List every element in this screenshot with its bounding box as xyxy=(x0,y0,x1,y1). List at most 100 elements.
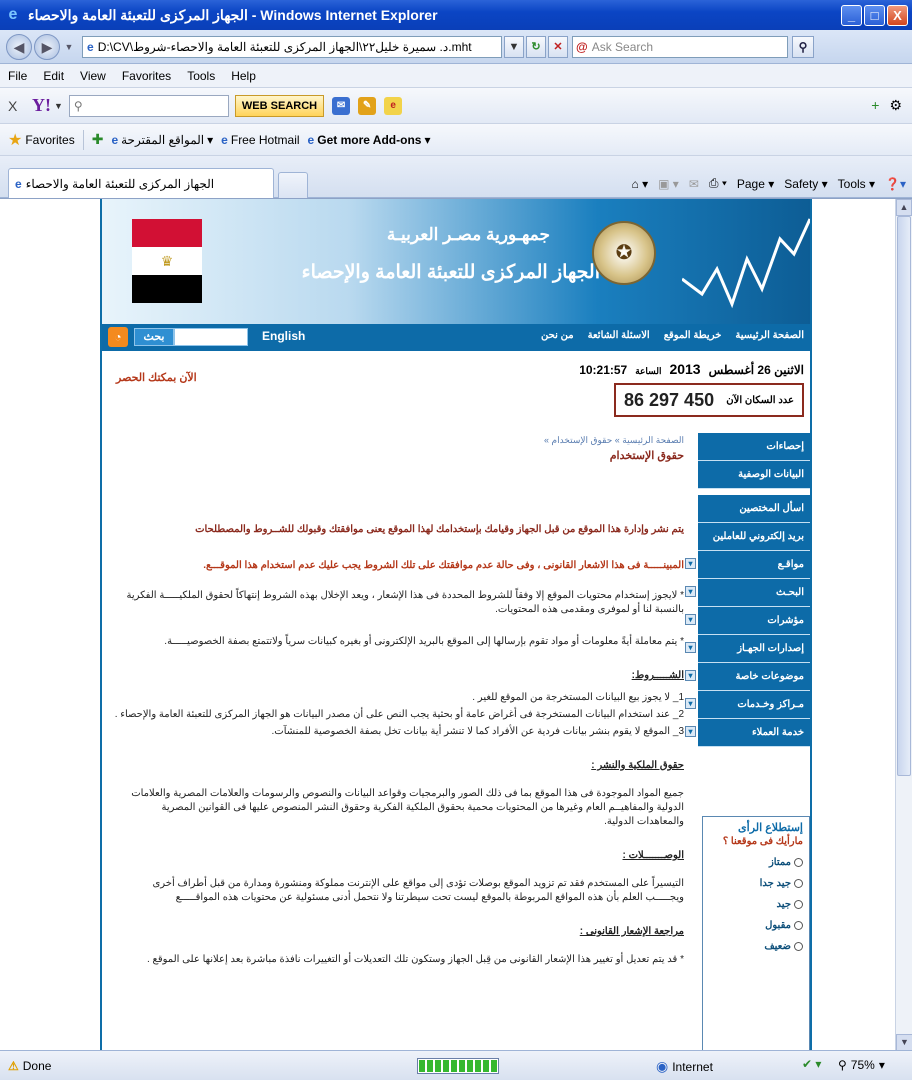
tab-active[interactable]: e الجهاز المركزى للتعبئة العامة والاحصاء xyxy=(8,168,274,198)
sidebar-item-research[interactable]: ▾ البحـث xyxy=(685,579,810,607)
menu-file[interactable]: File xyxy=(0,69,35,83)
sidebar-item-centers-services[interactable]: ▾ مـراكز وخـدمات xyxy=(685,691,810,719)
site-search-input[interactable] xyxy=(174,328,248,346)
expand-icon[interactable]: ▾ xyxy=(685,726,696,737)
sidebar-item-ask-experts[interactable]: اسأل المختصين xyxy=(698,495,810,523)
nav-home-link[interactable]: الصفحة الرئيسية xyxy=(735,330,804,341)
agency-emblem-icon: ✪ xyxy=(592,221,656,285)
security-zone[interactable]: ◉ Internet xyxy=(656,1058,713,1075)
radio-icon[interactable] xyxy=(794,921,803,930)
close-button[interactable]: X xyxy=(887,4,908,26)
feeds-icon[interactable]: ▣ ▾ xyxy=(658,177,679,191)
radio-icon[interactable] xyxy=(794,879,803,888)
refresh-button[interactable]: ↻ xyxy=(526,35,546,58)
sidebar-item-label: مؤشرات xyxy=(767,615,804,626)
terms-item: 3_ الموقع لا يقوم بنشر بيانات فردية عن ا… xyxy=(271,726,685,737)
free-hotmail-link[interactable]: e Free Hotmail xyxy=(221,133,299,147)
web-search-button[interactable]: WEB SEARCH xyxy=(234,94,325,117)
page-menu[interactable]: Page ▾ xyxy=(737,177,774,191)
favorites-star-icon[interactable]: ★ xyxy=(8,130,22,150)
poll-option[interactable]: ضعيف xyxy=(709,941,803,952)
poll-option[interactable]: جيد جدا xyxy=(709,878,803,889)
zoom-level[interactable]: ⚲ 75% ▾ xyxy=(838,1058,885,1072)
nav-faq-link[interactable]: الاسئلة الشائعة xyxy=(588,330,650,341)
search-go-button[interactable]: ⚲ xyxy=(792,35,814,58)
nav-sitemap-link[interactable]: خريطة الموقع xyxy=(664,330,722,341)
ask-search-input[interactable]: @ Ask Search xyxy=(572,35,788,58)
expand-icon[interactable]: ▾ xyxy=(685,642,696,653)
expand-icon[interactable]: ▾ xyxy=(685,614,696,625)
get-addons-link[interactable]: e Get more Add-ons ▾ xyxy=(308,133,431,147)
poll-option-label: جيد xyxy=(776,899,791,910)
ebay-icon[interactable]: e xyxy=(384,96,403,115)
english-link[interactable]: English xyxy=(262,329,305,343)
menu-edit[interactable]: Edit xyxy=(35,69,72,83)
radio-icon[interactable] xyxy=(794,942,803,951)
expand-icon[interactable]: ▾ xyxy=(685,586,696,597)
help-icon[interactable]: ❓▾ xyxy=(885,177,906,191)
safety-menu[interactable]: Safety ▾ xyxy=(784,177,827,191)
add-button-icon[interactable]: + xyxy=(871,97,879,114)
site-banner: ♛ جمهـورية مصـر العربيـة الجهاز المركزى … xyxy=(102,199,810,324)
close-toolbar-icon[interactable]: X xyxy=(8,98,26,114)
links-heading: الوصـــــــلات : xyxy=(622,850,684,861)
sidebar-item-sites[interactable]: ▾ مواقـع xyxy=(685,551,810,579)
yahoo-logo-icon[interactable]: Y! xyxy=(32,95,51,116)
settings-gear-icon[interactable]: ⚙ xyxy=(889,97,902,114)
yahoo-dropdown-icon[interactable]: ▼ xyxy=(54,101,63,111)
new-tab-button[interactable] xyxy=(278,172,308,198)
tools-menu[interactable]: Tools ▾ xyxy=(838,177,875,191)
sidebar-item-publications[interactable]: ▾ إصدارات الجهـاز xyxy=(685,635,810,663)
menu-favorites[interactable]: Favorites xyxy=(114,69,179,83)
vertical-scrollbar[interactable]: ▲ ▼ xyxy=(895,199,912,1050)
minimize-button[interactable]: _ xyxy=(841,4,862,26)
add-to-favorites-icon[interactable]: ✚ xyxy=(92,131,104,148)
expand-icon[interactable]: ▾ xyxy=(685,558,696,569)
menu-view[interactable]: View xyxy=(72,69,114,83)
notepad-icon[interactable]: ✎ xyxy=(358,96,377,115)
site-search-button[interactable]: بحث xyxy=(134,328,174,346)
yahoo-toolbar: X Y! ▼ ⚲ WEB SEARCH ✉ ✎ e + ⚙ xyxy=(0,88,912,124)
radio-icon[interactable] xyxy=(794,900,803,909)
sidebar-item-indicators[interactable]: ▾ مؤشرات xyxy=(685,607,810,635)
poll-option[interactable]: جيد xyxy=(709,899,803,910)
sidebar-item-metadata[interactable]: البيانات الوصفية xyxy=(698,461,810,489)
yahoo-search-input[interactable]: ⚲ xyxy=(68,94,229,117)
print-icon[interactable]: ⎙ ▾ xyxy=(709,176,727,191)
radio-icon[interactable] xyxy=(794,858,803,867)
rss-icon[interactable]: ◔ xyxy=(108,327,128,347)
back-button[interactable]: ◀ xyxy=(6,33,32,60)
breadcrumb[interactable]: الصفحة الرئيسية » حقوق الإستخدام » xyxy=(112,433,684,447)
home-icon[interactable]: ⌂ ▾ xyxy=(632,177,649,191)
mail-icon[interactable]: ✉ xyxy=(332,96,351,115)
forward-button[interactable]: ▶ xyxy=(34,33,60,60)
suggested-sites-link[interactable]: e المواقع المقترحة ▾ xyxy=(111,133,213,147)
nav-about-link[interactable]: من نحن xyxy=(541,330,574,341)
recent-pages-dropdown[interactable]: ▼ xyxy=(62,42,76,52)
mail-read-icon[interactable]: ✉ xyxy=(689,177,699,191)
terms-item: 1_ لا يجوز بيع البيانات المستخرجة من الم… xyxy=(472,692,684,703)
maximize-button[interactable]: □ xyxy=(864,4,885,26)
sidebar-item-special-topics[interactable]: ▾ موضوعات خاصة xyxy=(685,663,810,691)
census-link[interactable]: الآن بمكتك الحصر xyxy=(116,371,197,384)
sidebar-item-staff-email[interactable]: بريد إلكتروني للعاملين xyxy=(698,523,810,551)
sidebar-item-statistics[interactable]: إحصاءات xyxy=(698,433,810,461)
main-content: الصفحة الرئيسية » حقوق الإستخدام » حقوق … xyxy=(112,433,684,967)
review-heading: مراجعة الإشعار القانونى : xyxy=(579,926,684,937)
scroll-up-button[interactable]: ▲ xyxy=(896,199,912,216)
expand-icon[interactable]: ▾ xyxy=(685,698,696,709)
poll-option[interactable]: ممتاز xyxy=(709,857,803,868)
scroll-down-button[interactable]: ▼ xyxy=(896,1034,912,1050)
address-field[interactable]: e D:\CV\د. سميرة خليل٢٢\الجهاز المركزى ل… xyxy=(82,35,502,58)
poll-option[interactable]: مقبول xyxy=(709,920,803,931)
menu-tools[interactable]: Tools xyxy=(179,69,223,83)
sidebar-item-customer-service[interactable]: ▾ خدمة العملاء xyxy=(685,719,810,747)
poll-question: مارأيك فى موقعنا ؟ xyxy=(722,836,803,847)
scroll-thumb[interactable] xyxy=(897,216,911,776)
expand-icon[interactable]: ▾ xyxy=(685,670,696,681)
menu-help[interactable]: Help xyxy=(223,69,264,83)
protected-mode-icon[interactable]: ✔ ▾ xyxy=(802,1057,821,1071)
address-dropdown-button[interactable]: ▼ xyxy=(504,35,524,58)
favorites-button[interactable]: Favorites xyxy=(25,133,74,147)
stop-button[interactable]: ✕ xyxy=(548,35,568,58)
